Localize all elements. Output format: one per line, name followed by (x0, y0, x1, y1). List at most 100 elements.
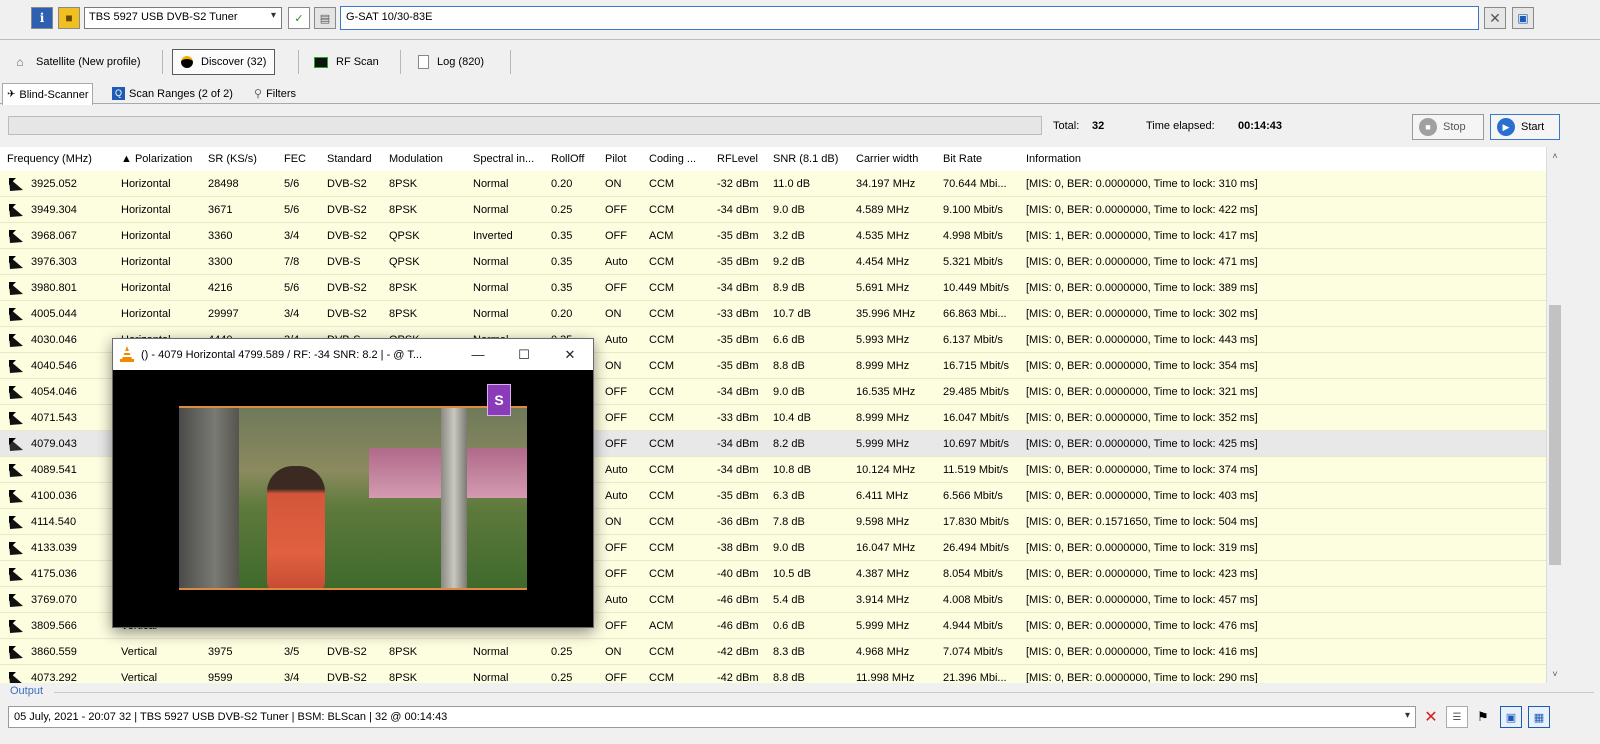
column-header-fec[interactable]: FEC (284, 153, 306, 165)
tab-satellite[interactable]: ⌂ Satellite (New profile) (4, 48, 149, 76)
output-log-select[interactable]: 05 July, 2021 - 20:07 32 | TBS 5927 USB … (8, 706, 1416, 728)
start-label: Start (1521, 121, 1545, 133)
column-header-pilot[interactable]: Pilot (605, 153, 626, 165)
player-title: () - 4079 Horizontal 4799.589 / RF: -34 … (141, 349, 422, 361)
column-header-frequency[interactable]: Frequency (MHz) (7, 153, 92, 165)
cell-coding: CCM (649, 178, 675, 190)
save-icon[interactable]: ▣ (1512, 7, 1534, 29)
satellite-dish-icon (9, 490, 23, 503)
table-row[interactable]: 3949.304 Horizontal 3671 5/6 DVB-S2 8PSK Norma… (0, 197, 1546, 223)
vertical-scrollbar[interactable]: ˄ ˅ (1546, 147, 1562, 683)
start-button[interactable]: ▶ Start (1490, 114, 1560, 140)
tuner-select[interactable]: TBS 5927 USB DVB-S2 Tuner ▾ (84, 7, 282, 29)
table-row[interactable]: 4073.292 Vertical 9599 3/4 DVB-S2 8PSK Normal 0… (0, 665, 1546, 683)
column-header-symbol-rate[interactable]: SR (KS/s) (208, 153, 257, 165)
database-icon[interactable]: ▤ (314, 7, 336, 29)
satellite-dish-icon (9, 386, 23, 399)
list-icon[interactable]: ☰ (1446, 706, 1468, 728)
player-titlebar[interactable]: () - 4079 Horizontal 4799.589 / RF: -34 … (113, 339, 593, 370)
video-tree-trunk (179, 408, 239, 588)
tab-scan-ranges[interactable]: Q Scan Ranges (2 of 2) (108, 83, 237, 104)
cell-symbol-rate: 9599 (208, 672, 233, 683)
scrollbar-thumb[interactable] (1549, 305, 1561, 565)
column-header-polarization[interactable]: ▲ Polarization (121, 153, 192, 165)
table-row[interactable]: 3925.052 Horizontal 28498 5/6 DVB-S2 8PSK Norm… (0, 171, 1546, 197)
cell-frequency: 4079.043 (31, 438, 77, 450)
scroll-up-icon[interactable]: ˄ (1547, 147, 1563, 165)
satellite-dish-icon (9, 412, 23, 425)
clear-icon[interactable]: ✕ (1484, 7, 1506, 29)
table-row[interactable]: 3860.559 Vertical 3975 3/5 DVB-S2 8PSK Normal 0… (0, 639, 1546, 665)
info-icon[interactable]: i (31, 7, 53, 29)
cell-frequency: 3860.559 (31, 646, 77, 658)
tab-filters[interactable]: ⚲ Filters (250, 83, 300, 104)
cell-snr: 6.3 dB (773, 490, 805, 502)
cell-spectral-inversion: Normal (473, 646, 509, 658)
stop-button[interactable]: ■ Stop (1412, 114, 1484, 140)
column-header-modulation[interactable]: Modulation (389, 153, 443, 165)
column-header-standard[interactable]: Standard (327, 153, 372, 165)
delete-icon[interactable]: ✕ (1420, 706, 1442, 728)
column-header-rolloff[interactable]: RollOff (551, 153, 584, 165)
satellite-input[interactable]: G-SAT 10/30-83E (340, 6, 1479, 30)
cell-rf-level: -33 dBm (717, 412, 759, 424)
minimize-button[interactable]: — (455, 339, 501, 370)
sub-tabs: ✈ Blind-Scanner Q Scan Ranges (2 of 2) ⚲… (0, 82, 1600, 105)
lock-icon[interactable]: ■ (58, 7, 80, 29)
cell-information: [MIS: 0, BER: 0.0000000, Time to lock: 4… (1026, 438, 1258, 450)
column-header-carrier-width[interactable]: Carrier width (856, 153, 918, 165)
satellite-dish-icon (9, 542, 23, 555)
tab-label: Satellite (New profile) (36, 56, 141, 68)
column-header-snr[interactable]: SNR (8.1 dB) (773, 153, 838, 165)
flag-icon[interactable]: ⚑ (1472, 706, 1494, 728)
cell-carrier-width: 8.999 MHz (856, 412, 910, 424)
tab-rf-scan[interactable]: RF Scan (306, 48, 387, 76)
cell-modulation: 8PSK (389, 308, 418, 320)
calendar-icon[interactable]: ▦ (1528, 706, 1550, 728)
column-header-coding[interactable]: Coding ... (649, 153, 696, 165)
column-header-bit-rate[interactable]: Bit Rate (943, 153, 982, 165)
cell-snr: 0.6 dB (773, 620, 805, 632)
cell-carrier-width: 34.197 MHz (856, 178, 916, 190)
cell-carrier-width: 10.124 MHz (856, 464, 916, 476)
cell-snr: 3.2 dB (773, 230, 805, 242)
tab-label: Filters (266, 87, 297, 100)
video-player-window[interactable]: () - 4079 Horizontal 4799.589 / RF: -34 … (112, 338, 594, 628)
maximize-button[interactable]: ☐ (501, 339, 547, 370)
channel-logo: S (487, 384, 511, 416)
video-pillar (441, 408, 467, 588)
cell-polarization: Horizontal (121, 230, 171, 242)
cell-rf-level: -35 dBm (717, 334, 759, 346)
cell-snr: 10.7 dB (773, 308, 811, 320)
cell-rf-level: -35 dBm (717, 490, 759, 502)
satellite-dish-icon (9, 516, 23, 529)
tab-log[interactable]: Log (820) (410, 48, 492, 76)
table-row[interactable]: 3968.067 Horizontal 3360 3/4 DVB-S2 QPSK Inver… (0, 223, 1546, 249)
table-row[interactable]: 3976.303 Horizontal 3300 7/8 DVB-S QPSK Normal… (0, 249, 1546, 275)
cell-frequency: 4100.036 (31, 490, 77, 502)
cell-pilot: OFF (605, 620, 627, 632)
cell-bit-rate: 10.697 Mbit/s (943, 438, 1010, 450)
cell-coding: CCM (649, 568, 675, 580)
tab-blind-scanner[interactable]: ✈ Blind-Scanner (2, 83, 94, 105)
tab-separator (298, 50, 299, 74)
cell-snr: 9.2 dB (773, 256, 805, 268)
cell-pilot: Auto (605, 464, 628, 476)
table-row[interactable]: 4005.044 Horizontal 29997 3/4 DVB-S2 8PSK Norm… (0, 301, 1546, 327)
column-header-information[interactable]: Information (1026, 153, 1081, 165)
video-area[interactable]: S (113, 370, 593, 627)
satellite-dish-icon: ⌂ (16, 55, 24, 69)
scroll-down-icon[interactable]: ˅ (1547, 665, 1563, 683)
close-button[interactable]: ✕ (547, 339, 593, 370)
save-icon[interactable]: ▣ (1500, 706, 1522, 728)
column-header-spectral-inversion[interactable]: Spectral in... (473, 153, 534, 165)
cell-frequency: 3968.067 (31, 230, 77, 242)
cell-coding: CCM (649, 490, 675, 502)
table-row[interactable]: 3980.801 Horizontal 4216 5/6 DVB-S2 8PSK Norma… (0, 275, 1546, 301)
column-header-rf-level[interactable]: RFLevel (717, 153, 758, 165)
cell-information: [MIS: 0, BER: 0.0000000, Time to lock: 4… (1026, 568, 1258, 580)
signal-check-icon[interactable]: ✓ (288, 7, 310, 29)
total-label: Total: (1053, 120, 1080, 132)
scan-progress-bar (8, 116, 1042, 135)
tab-discover[interactable]: Discover (32) (172, 49, 276, 75)
